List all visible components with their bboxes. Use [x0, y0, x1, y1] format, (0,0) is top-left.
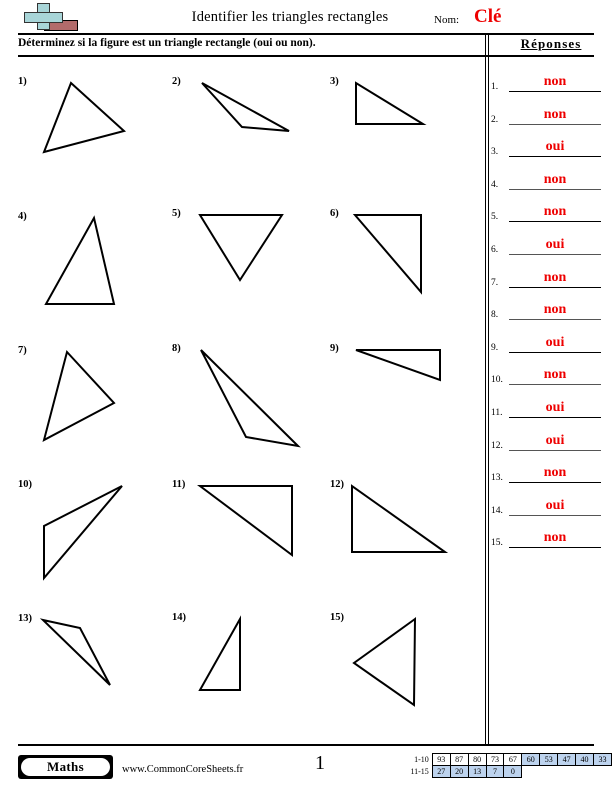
score-cell-empty [540, 766, 558, 778]
answer-row-12: 12. oui [489, 419, 607, 451]
answer-value: oui [545, 432, 565, 448]
score-table-body: 1-10 93 87 80 73 67 60 53 47 40 33 11-15 27 20 13 7 0 [399, 753, 612, 778]
score-cell-empty [558, 766, 576, 778]
answer-row-6: 6. oui [489, 223, 607, 255]
score-cell: 27 [431, 765, 451, 778]
brand-badge: Maths [18, 755, 113, 779]
page-number: 1 [315, 752, 325, 774]
answer-value: non [543, 302, 567, 318]
answer-number: 15. [491, 538, 503, 549]
score-cell: 93 [431, 753, 451, 766]
answers-column-title: Réponses [520, 36, 582, 51]
answer-value: oui [545, 334, 565, 350]
answer-row-2: 2. non [489, 93, 607, 125]
answer-row-10: 10. non [489, 353, 607, 386]
answer-row-9: 9. oui [489, 321, 607, 353]
answer-number: 13. [491, 473, 503, 484]
answer-row-11: 11. oui [489, 386, 607, 418]
answer-row-15: 15. non [489, 516, 607, 549]
triangle-shape [352, 617, 417, 707]
score-row-label: 11-15 [410, 767, 429, 776]
instruction-text: Déterminez si la figure est un triangle … [18, 37, 316, 49]
answer-value: non [543, 106, 567, 122]
score-cell: 40 [575, 753, 594, 766]
answer-value: non [543, 367, 567, 383]
page-title: Identifier les triangles rectangles [191, 9, 389, 25]
problems-grid: 1) 2) 3) 4) 5) 6) 7) 8) 9) 10) 11) 12) 13) 14) 15) [0, 56, 485, 736]
triangle-shape [198, 615, 241, 691]
answer-row-13: 13. non [489, 451, 607, 484]
plus-block-logo-icon [18, 2, 80, 32]
page-header: Identifier les triangles rectangles Nom:… [0, 0, 612, 36]
answer-number: 10. [491, 375, 503, 386]
header-divider-rule [18, 33, 594, 35]
site-url: www.CommonCoreSheets.fr [122, 764, 244, 775]
answer-number: 8. [491, 310, 499, 321]
score-cell: 20 [449, 765, 469, 778]
answer-number: 5. [491, 212, 499, 223]
answer-number: 9. [491, 342, 499, 353]
logo-plus-center [38, 13, 49, 22]
score-cell: 13 [467, 765, 487, 778]
score-row-label: 1-10 [414, 755, 429, 764]
answer-value: oui [545, 497, 565, 513]
score-cell-empty [576, 766, 594, 778]
footer-divider-rule [18, 744, 594, 746]
answer-write-line[interactable] [509, 547, 601, 549]
score-cell: 80 [467, 753, 487, 766]
answer-value: non [543, 269, 567, 285]
score-cell: 87 [449, 753, 469, 766]
triangle-figure [39, 618, 111, 686]
answer-value: non [543, 465, 567, 481]
answer-number: 2. [491, 114, 499, 125]
score-table-row-1: 1-10 93 87 80 73 67 60 53 47 40 33 [399, 753, 612, 766]
answer-row-8: 8. non [489, 288, 607, 321]
answer-number: 3. [491, 147, 499, 158]
answer-number: 14. [491, 505, 503, 516]
problem-14: 14) [172, 56, 327, 736]
score-cell: 60 [521, 753, 541, 766]
answer-number: 12. [491, 440, 503, 451]
answer-key-badge: Clé [474, 6, 502, 27]
triangle-figure [198, 615, 241, 691]
brand-label: Maths [21, 758, 110, 776]
triangle-figure [352, 617, 417, 707]
answer-row-4: 4. non [489, 158, 607, 190]
score-cell: 53 [539, 753, 559, 766]
answer-number: 4. [491, 179, 499, 190]
score-cell: 73 [485, 753, 505, 766]
answer-row-7: 7. non [489, 256, 607, 288]
triangle-shape [39, 618, 111, 686]
score-cell: 33 [592, 753, 612, 766]
score-cell-empty [593, 766, 611, 778]
answer-row-1: 1. non [489, 60, 607, 92]
score-cell-empty [522, 766, 540, 778]
score-cell: 67 [503, 753, 523, 766]
score-table-row-2: 11-15 27 20 13 7 0 [399, 765, 612, 778]
answer-value: non [543, 171, 567, 187]
answer-number: 1. [491, 82, 499, 92]
name-label: Nom: [434, 14, 460, 26]
score-conversion-table: 1-10 93 87 80 73 67 60 53 47 40 33 11-15 27 20 13 7 0 [399, 753, 612, 778]
answer-row-5: 5. non [489, 190, 607, 223]
answer-number: 11. [491, 408, 503, 418]
answer-row-14: 14. oui [489, 484, 607, 516]
answer-number: 7. [491, 277, 499, 288]
score-cell: 0 [503, 765, 523, 778]
problem-13: 13) [18, 56, 173, 736]
answer-value: non [543, 204, 567, 220]
answer-value: non [543, 530, 567, 546]
answer-value: non [543, 74, 567, 89]
answer-number: 6. [491, 245, 499, 255]
score-cell: 7 [485, 765, 505, 778]
problem-15: 15) [330, 56, 485, 736]
answer-value: oui [545, 139, 565, 155]
answer-row-3: 3. oui [489, 125, 607, 158]
answer-value: oui [545, 237, 565, 252]
answer-value: oui [545, 400, 565, 415]
score-cell: 47 [557, 753, 577, 766]
